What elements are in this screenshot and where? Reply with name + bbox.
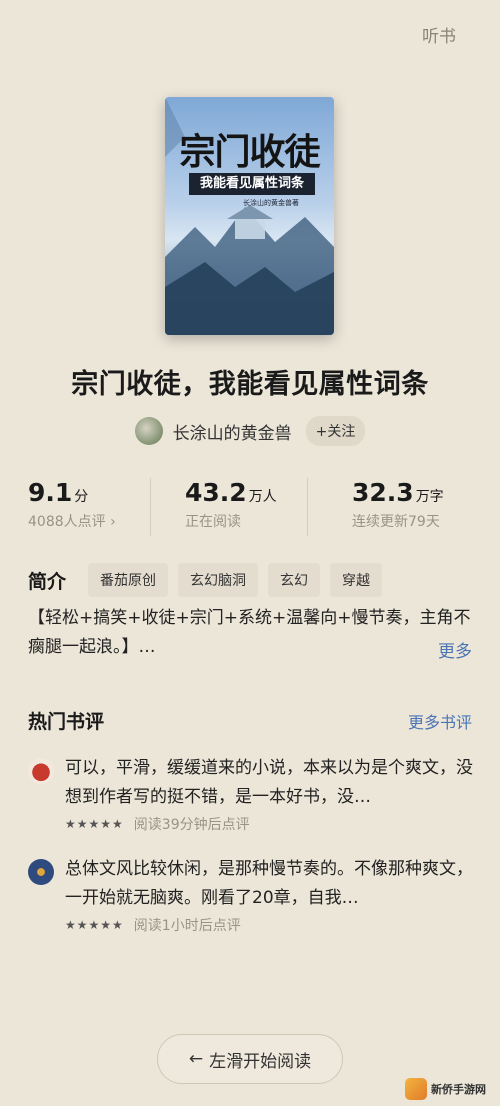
review-time: 阅读1小时后点评 [133, 918, 241, 934]
start-reading-label: 左滑开始阅读 [209, 1051, 312, 1072]
star-rating: ★★★★★ [65, 918, 124, 932]
watermark-logo-icon [405, 1078, 427, 1100]
start-reading-button[interactable]: ← 左滑开始阅读 [157, 1034, 343, 1084]
review-item[interactable]: 总体文风比较休闲，是那种慢节奏的。不像那种爽文，一开始就无脑爽。刚看了20章，自… [28, 855, 474, 935]
more-reviews-link[interactable]: 更多书评 [408, 709, 472, 733]
review-meta: ★★★★★ 阅读39分钟后点评 [65, 814, 474, 834]
reviewer-avatar[interactable] [28, 758, 54, 784]
review-text: 可以，平滑，缓缓道来的小说，本来以为是个爽文，没想到作者写的挺不错，是一本好书，… [65, 758, 473, 807]
cover-subtitle: 我能看见属性词条 [189, 173, 315, 195]
review-meta: ★★★★★ 阅读1小时后点评 [65, 915, 474, 935]
review-time: 阅读39分钟后点评 [133, 817, 250, 833]
intro-more-link[interactable]: 更多 [438, 637, 472, 662]
readers-value: 43.2 [185, 478, 247, 507]
words-unit: 万字 [415, 489, 444, 505]
stats-bar: 9.1 分 4088人点评 › 43.2 万人 正在阅读 32.3 万字 连续更新79… [28, 478, 474, 536]
words-value: 32.3 [352, 478, 414, 507]
author-row: 长涂山的黄金兽 +关注 [0, 416, 500, 446]
review-item[interactable]: 可以，平滑，缓缓道来的小说，本来以为是个爽文，没想到作者写的挺不错，是一本好书，… [28, 754, 474, 834]
update-status: 连续更新79天 [352, 514, 440, 530]
rating-count: 4088人点评 › [28, 514, 116, 530]
watermark: 新侨手游网 [405, 1078, 486, 1100]
readers-stat: 43.2 万人 正在阅读 [150, 478, 307, 536]
reviewer-avatar[interactable] [28, 859, 54, 885]
cover-author: 长涂山的黄金兽著 [243, 199, 299, 207]
author-avatar[interactable] [134, 417, 163, 445]
rating-stat[interactable]: 9.1 分 4088人点评 › [28, 478, 150, 536]
tag-chip[interactable]: 玄幻 [268, 563, 321, 597]
intro-text: 【轻松+搞笑+收徒+宗门+系统+温馨向+慢节奏，主角不瘸腿一起浪。】… [28, 608, 471, 657]
watermark-text: 新侨手游网 [431, 1083, 486, 1096]
rating-unit: 分 [74, 489, 89, 505]
reviews-header: 热门书评 更多书评 [28, 707, 472, 734]
star-rating: ★★★★★ [65, 817, 124, 831]
intro-label: 简介 [28, 570, 67, 593]
arrow-left-icon: ← [188, 1049, 204, 1069]
tag-chip[interactable]: 玄幻脑洞 [178, 563, 259, 597]
tag-chip[interactable]: 穿越 [330, 563, 383, 597]
review-text: 总体文风比较休闲，是那种慢节奏的。不像那种爽文，一开始就无脑爽。刚看了20章，自… [65, 859, 473, 908]
listen-button[interactable]: 听书 [422, 22, 456, 47]
cover-title: 宗门收徒 [179, 131, 320, 173]
reviews-title: 热门书评 [28, 711, 105, 733]
book-cover[interactable]: 宗门收徒 我能看见属性词条 长涂山的黄金兽著 [165, 97, 334, 335]
rating-value: 9.1 [28, 478, 73, 507]
readers-label: 正在阅读 [185, 514, 241, 530]
tag-chip[interactable]: 番茄原创 [88, 563, 169, 597]
book-title: 宗门收徒，我能看见属性词条 [71, 369, 429, 400]
words-stat: 32.3 万字 连续更新79天 [307, 478, 474, 536]
readers-unit: 万人 [248, 489, 277, 505]
intro-header: 简介 番茄原创 玄幻脑洞 玄幻 穿越 [28, 563, 474, 597]
follow-button[interactable]: +关注 [305, 416, 366, 446]
author-name[interactable]: 长涂山的黄金兽 [173, 419, 292, 444]
